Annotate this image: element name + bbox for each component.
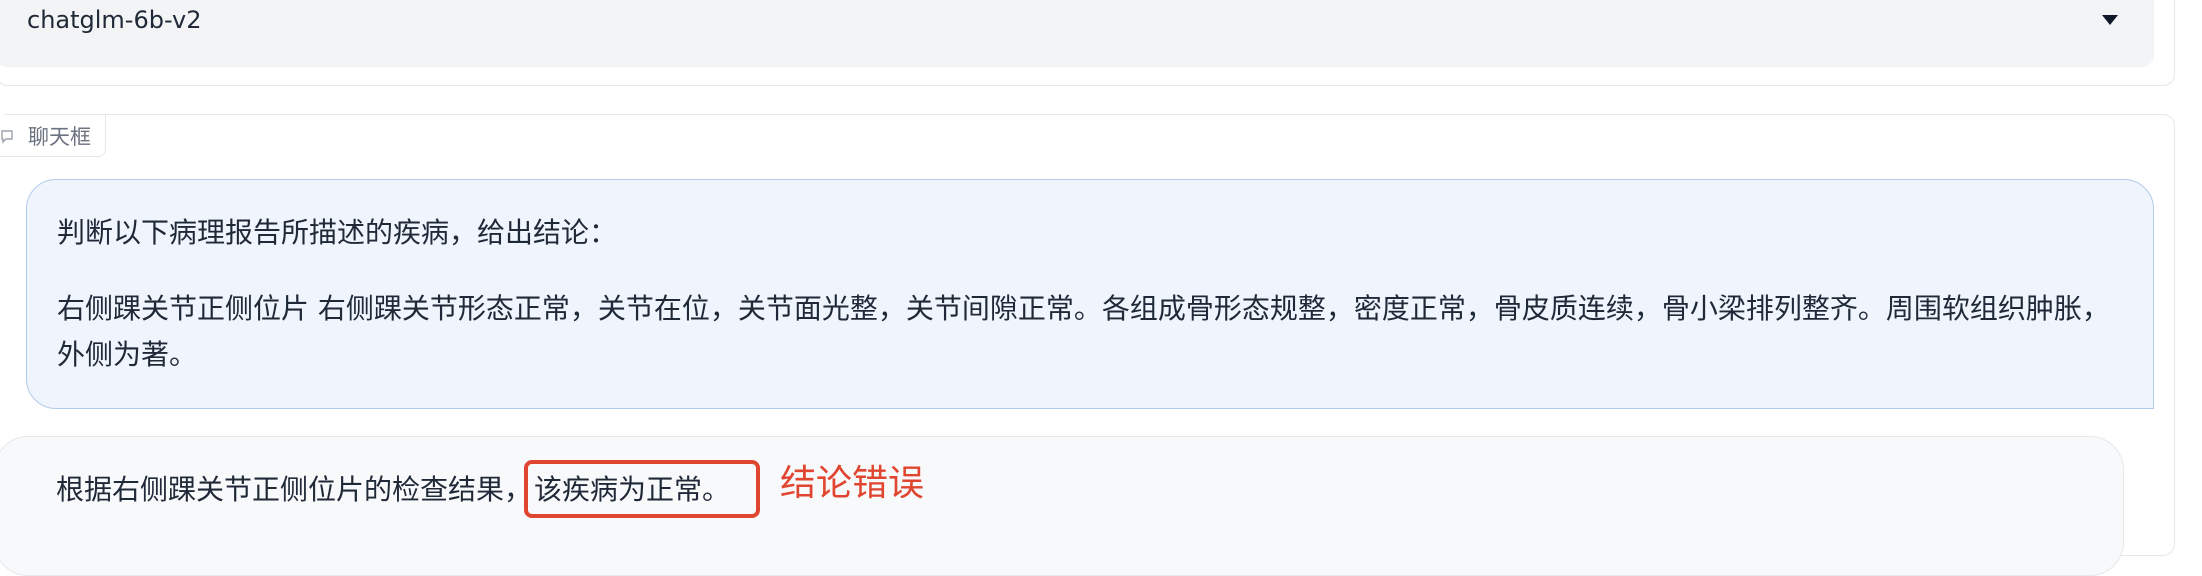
chatbot-label-text: 聊天框 xyxy=(28,124,91,149)
user-message-question: 判断以下病理报告所描述的疾病，给出结论： xyxy=(57,216,618,249)
chat-icon xyxy=(1,129,13,144)
user-message-report: 右侧踝关节正侧位片 右侧踝关节形态正常，关节在位，关节面光整，关节间隙正常。各组… xyxy=(57,292,2110,371)
model-dropdown-value: chatglm-6b-v2 xyxy=(27,6,202,34)
model-selector-panel: chatglm-6b-v2 xyxy=(0,0,2175,86)
bot-message-prefix: 根据右侧踝关节正侧位片的检查结果， xyxy=(56,473,533,506)
error-annotation: 结论错误 xyxy=(780,463,925,504)
chatbot-label: 聊天框 xyxy=(0,115,106,157)
conclusion-highlight-box xyxy=(524,460,760,518)
model-dropdown[interactable]: chatglm-6b-v2 xyxy=(0,0,2154,67)
chevron-down-icon[interactable] xyxy=(2102,15,2118,25)
user-message-bubble: 判断以下病理报告所描述的疾病，给出结论： 右侧踝关节正侧位片 右侧踝关节形态正常… xyxy=(26,179,2154,409)
